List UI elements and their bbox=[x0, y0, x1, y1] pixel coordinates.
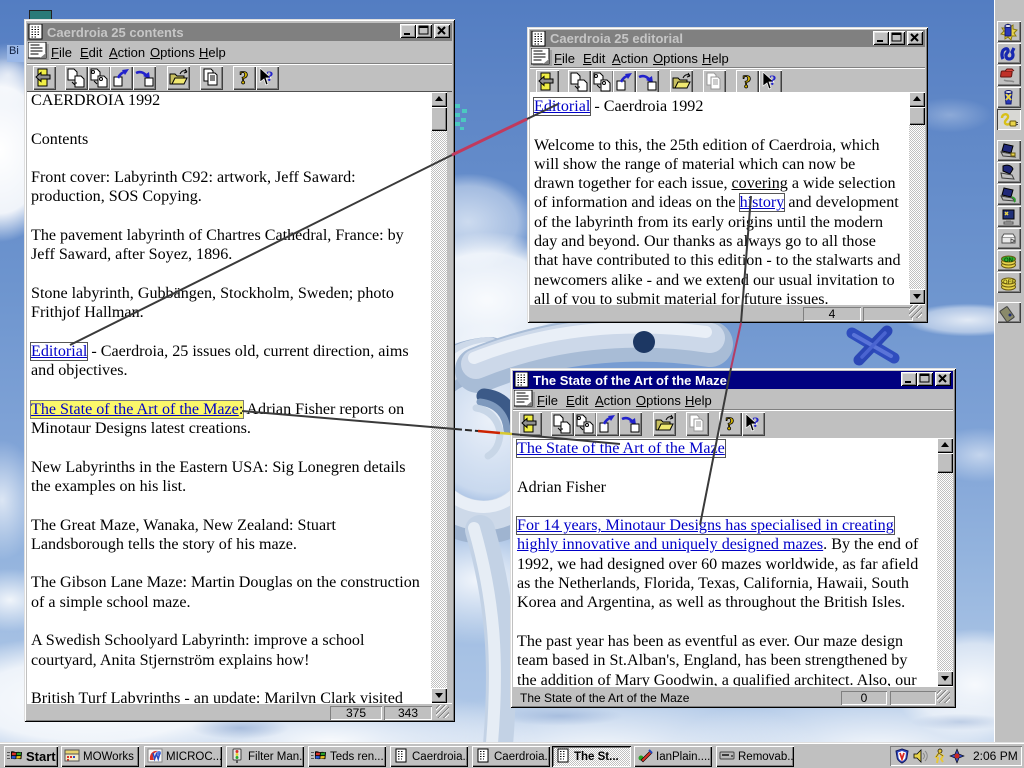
svg-text:?: ? bbox=[742, 72, 752, 93]
svg-text:?: ? bbox=[239, 68, 249, 89]
svg-text:?: ? bbox=[752, 415, 760, 431]
svg-text:?: ? bbox=[266, 69, 274, 85]
svg-text:ON: ON bbox=[1004, 258, 1013, 264]
svg-text:?: ? bbox=[769, 73, 777, 89]
svg-text:?: ? bbox=[725, 414, 735, 435]
svg-text:OFF: OFF bbox=[1003, 280, 1015, 286]
